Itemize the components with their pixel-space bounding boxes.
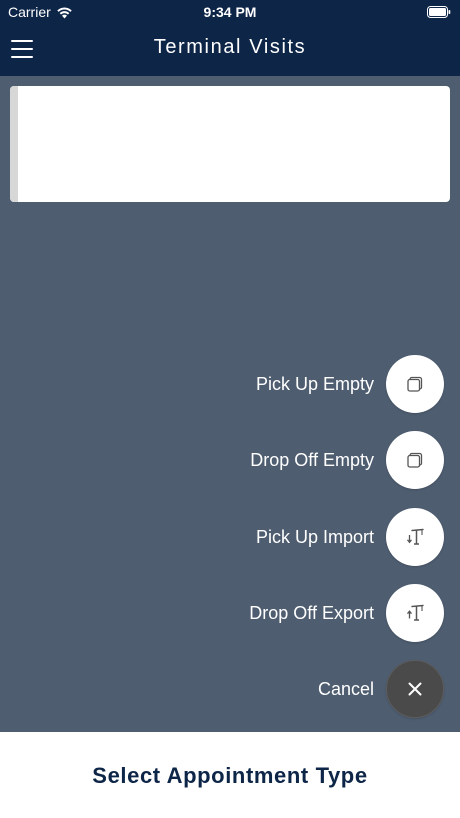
crane-down-icon[interactable]: [386, 508, 444, 566]
fab-item-drop-off-empty[interactable]: Drop Off Empty: [250, 431, 444, 489]
fab-label[interactable]: Pick Up Import: [256, 527, 374, 548]
container-empty-icon[interactable]: [386, 431, 444, 489]
status-bar: Carrier 9:34 PM: [0, 0, 460, 26]
fab-item-pick-up-empty[interactable]: Pick Up Empty: [256, 355, 444, 413]
visit-card[interactable]: [10, 86, 450, 202]
close-icon[interactable]: [386, 660, 444, 718]
crane-up-icon[interactable]: [386, 584, 444, 642]
cancel-label[interactable]: Cancel: [318, 679, 374, 700]
fab-item-drop-off-export[interactable]: Drop Off Export: [249, 584, 444, 642]
battery-icon: [427, 6, 451, 18]
top-bar: Carrier 9:34 PM Terminal Visits: [0, 0, 460, 76]
page-title: Terminal Visits: [153, 36, 307, 58]
fab-label[interactable]: Pick Up Empty: [256, 374, 374, 395]
card-status-stripe: [10, 86, 18, 202]
fab-label[interactable]: Drop Off Empty: [250, 450, 374, 471]
bottom-sheet: Select Appointment Type: [0, 732, 460, 818]
status-time: 9:34 PM: [203, 4, 257, 20]
sheet-title: Select Appointment Type: [92, 763, 368, 788]
container-empty-icon[interactable]: [386, 355, 444, 413]
fab-item-cancel[interactable]: Cancel: [318, 660, 444, 718]
fab-item-pick-up-import[interactable]: Pick Up Import: [256, 508, 444, 566]
fab-label[interactable]: Drop Off Export: [249, 603, 374, 624]
